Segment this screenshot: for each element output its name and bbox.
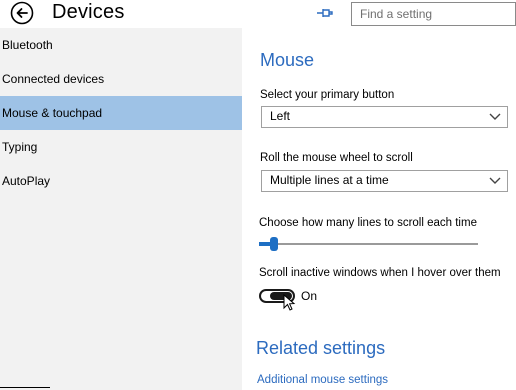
settings-window: Devices Bluetooth Connected devices Mous…	[0, 0, 516, 390]
chevron-down-icon	[489, 177, 501, 184]
header-bar: Devices	[0, 0, 516, 28]
scroll-inactive-label: Scroll inactive windows when I hover ove…	[259, 267, 501, 279]
sidebar-item-autoplay[interactable]: AutoPlay	[0, 164, 242, 198]
lines-slider-fill	[259, 242, 270, 246]
chevron-down-icon	[489, 113, 501, 120]
pin-button[interactable]	[316, 5, 334, 21]
scroll-wheel-select[interactable]: Multiple lines at a time	[261, 170, 508, 192]
sidebar-item-bluetooth[interactable]: Bluetooth	[0, 28, 242, 62]
primary-button-select[interactable]: Left	[261, 106, 508, 128]
sidebar-item-mouse-touchpad[interactable]: Mouse & touchpad	[0, 96, 242, 130]
back-button[interactable]	[10, 1, 34, 25]
pin-icon	[317, 9, 333, 17]
scroll-inactive-state: On	[301, 289, 318, 303]
additional-mouse-settings-link[interactable]: Additional mouse settings	[257, 374, 388, 386]
sidebar-item-connected-devices[interactable]: Connected devices	[0, 62, 242, 96]
search-field[interactable]	[351, 2, 516, 26]
sidebar: Bluetooth Connected devices Mouse & touc…	[0, 28, 242, 390]
scroll-wheel-label: Roll the mouse wheel to scroll	[260, 152, 413, 164]
lines-slider-track[interactable]	[259, 243, 478, 245]
primary-button-value: Left	[270, 109, 291, 123]
scroll-wheel-value: Multiple lines at a time	[270, 173, 389, 187]
search-input[interactable]	[352, 3, 515, 25]
back-arrow-icon	[10, 1, 34, 25]
lines-slider-label: Choose how many lines to scroll each tim…	[259, 217, 477, 229]
section-heading-mouse: Mouse	[260, 50, 315, 70]
page-title: Devices	[52, 1, 125, 23]
primary-button-label: Select your primary button	[260, 89, 395, 101]
main-content: Mouse Select your primary button Left Ro…	[242, 28, 516, 390]
mouse-pointer-icon	[283, 294, 296, 311]
sidebar-item-typing[interactable]: Typing	[0, 130, 242, 164]
lines-slider-thumb[interactable]	[269, 237, 278, 251]
section-heading-related-settings: Related settings	[256, 338, 386, 358]
divider	[0, 387, 50, 388]
